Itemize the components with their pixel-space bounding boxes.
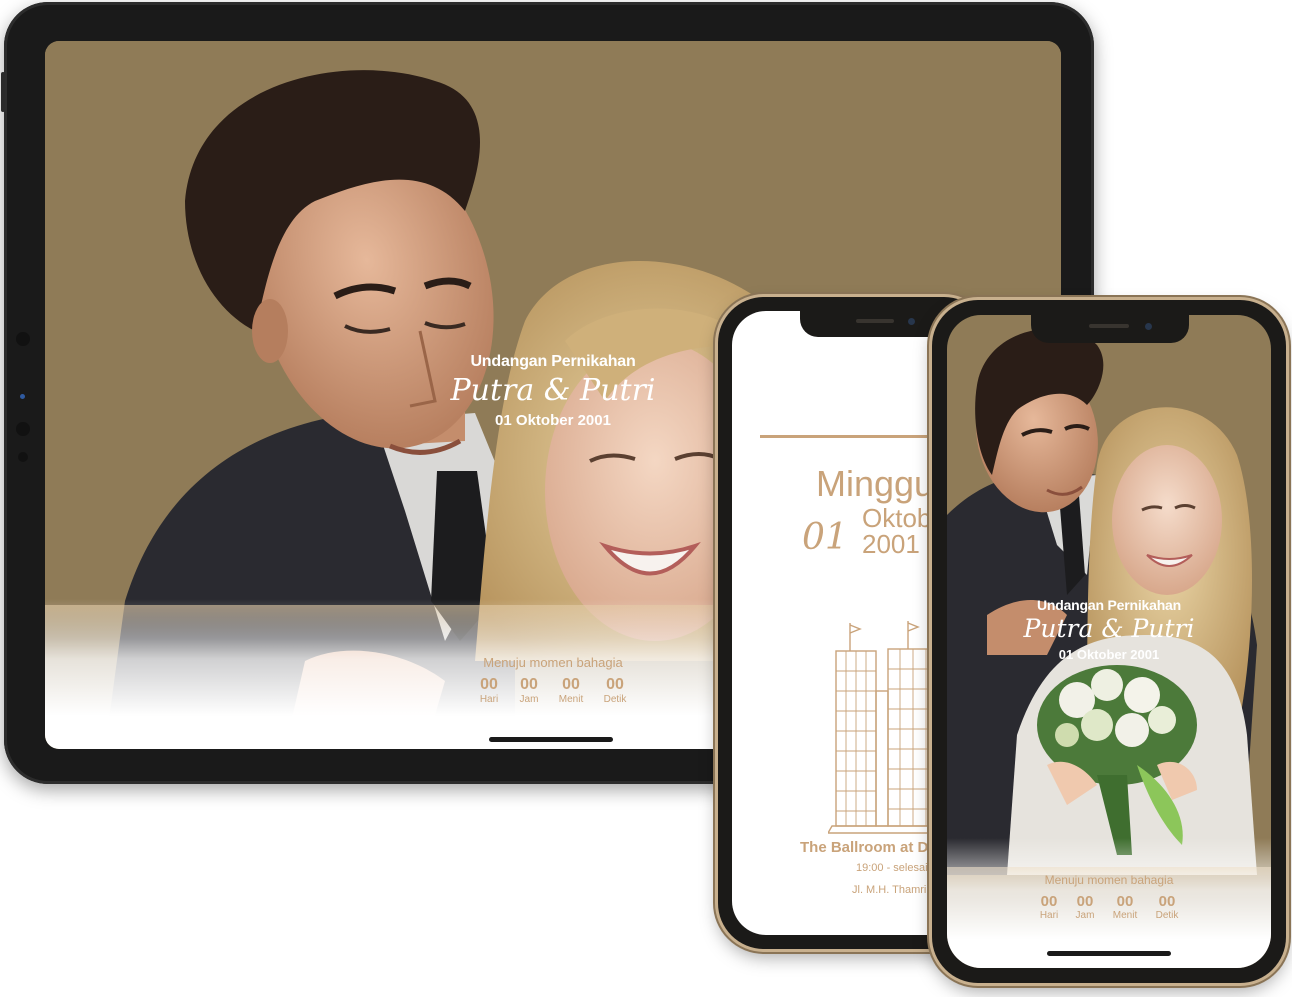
countdown-block: Menuju momen bahagia 00 Hari 00 Jam 00 M… [1009, 873, 1209, 921]
countdown-hours-label: Jam [1075, 910, 1095, 921]
couple-names: Putra & Putri [1023, 614, 1195, 643]
phone-front-device: Undangan Pernikahan Putra & Putri 01 Okt… [932, 300, 1286, 983]
countdown-row: 00 Hari 00 Jam 00 Menit 00 Detik [443, 676, 663, 705]
speaker-icon [1089, 324, 1129, 328]
countdown-days: 00 Hari [1031, 893, 1067, 921]
couple-names: Putra & Putri [450, 373, 656, 408]
venue-address: Jl. M.H. Thamrin [852, 884, 933, 896]
event-day-number: 01 [802, 517, 848, 558]
event-day: Minggu [816, 463, 935, 504]
countdown-days-value: 00 [1040, 893, 1058, 910]
tablet-sensor-icon [20, 394, 25, 399]
countdown-minutes-label: Menit [558, 694, 584, 705]
countdown-seconds-value: 00 [606, 676, 624, 693]
countdown-hours-value: 00 [1076, 893, 1094, 910]
tablet-sensor-icon [18, 452, 28, 462]
event-time: 19:00 - selesai [856, 862, 928, 874]
countdown-hours: 00 Jam [1067, 893, 1103, 921]
countdown-title: Menuju momen bahagia [483, 655, 623, 670]
countdown-hours-label: Jam [519, 694, 539, 705]
device-mockup-showcase: Undangan Pernikahan Putra & Putri 01 Okt… [0, 0, 1292, 997]
home-indicator[interactable] [489, 737, 613, 742]
countdown-seconds-label: Detik [1155, 910, 1179, 921]
event-year: 2001 [862, 529, 920, 559]
hero-subtitle: Undangan Pernikahan [470, 353, 636, 370]
countdown-seconds-label: Detik [603, 694, 627, 705]
countdown-title: Menuju momen bahagia [1044, 873, 1174, 887]
countdown-minutes: 00 Menit [1103, 893, 1147, 921]
home-indicator[interactable] [1047, 951, 1171, 956]
tablet-side-button [1, 72, 5, 112]
phone-front-screen: Undangan Pernikahan Putra & Putri 01 Okt… [947, 315, 1271, 968]
countdown-days-value: 00 [480, 676, 498, 693]
tablet-camera-icon [16, 332, 30, 346]
tablet-sensor-icon [16, 422, 30, 436]
countdown-days-label: Hari [479, 694, 499, 705]
hero-title-block: Undangan Pernikahan Putra & Putri 01 Okt… [989, 597, 1229, 662]
countdown-days-label: Hari [1039, 910, 1059, 921]
wedding-date: 01 Oktober 2001 [495, 412, 611, 429]
countdown-hours-value: 00 [520, 676, 538, 693]
camera-icon [1145, 323, 1152, 330]
countdown-hours: 00 Jam [509, 676, 549, 705]
countdown-seconds: 00 Detik [1147, 893, 1187, 921]
wedding-date: 01 Oktober 2001 [1058, 647, 1160, 662]
phone-notch [1031, 315, 1189, 343]
countdown-block: Menuju momen bahagia 00 Hari 00 Jam 00 M… [443, 655, 663, 705]
countdown-minutes-value: 00 [562, 676, 580, 693]
hero-subtitle: Undangan Pernikahan [1036, 597, 1181, 613]
camera-icon [908, 318, 915, 325]
speaker-icon [856, 319, 894, 323]
countdown-seconds: 00 Detik [593, 676, 637, 705]
countdown-minutes-label: Menit [1112, 910, 1138, 921]
countdown-days: 00 Hari [469, 676, 509, 705]
phone-notch [800, 311, 950, 337]
countdown-seconds-value: 00 [1158, 893, 1176, 910]
countdown-row: 00 Hari 00 Jam 00 Menit 00 Detik [1009, 893, 1209, 921]
venue-name: The Ballroom at Dj [800, 839, 933, 856]
countdown-minutes-value: 00 [1116, 893, 1134, 910]
countdown-minutes: 00 Menit [549, 676, 593, 705]
hero-title-block: Undangan Pernikahan Putra & Putri 01 Okt… [403, 353, 703, 429]
